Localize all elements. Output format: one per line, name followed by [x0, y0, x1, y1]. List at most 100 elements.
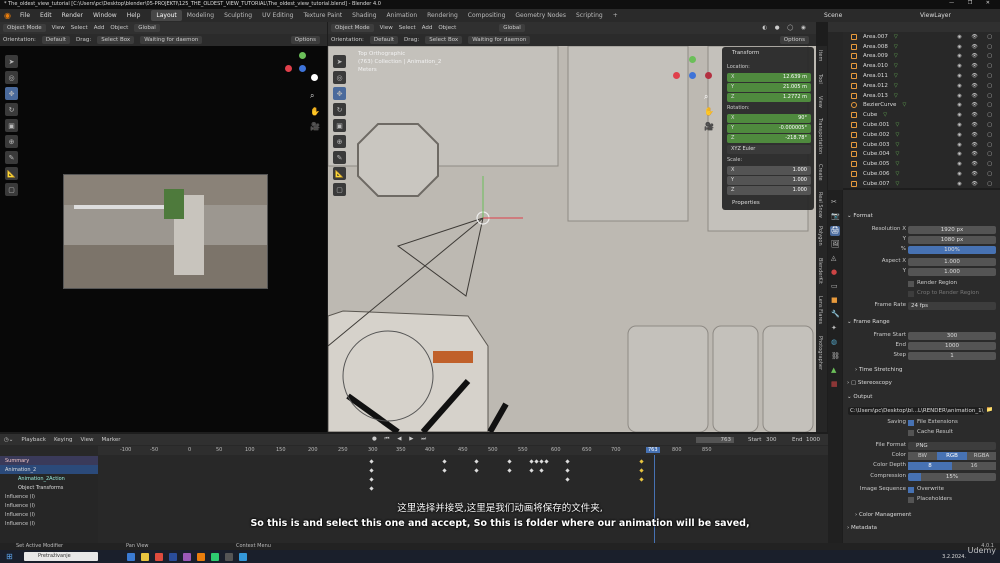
tab-layout[interactable]: Layout	[151, 10, 182, 21]
sidebar-tab-blenderkit[interactable]: BlenderKit	[817, 258, 823, 284]
rotate-tool-icon[interactable]: ↻	[5, 103, 18, 116]
right-zoom-icon[interactable]: ⌕	[704, 92, 708, 102]
outliner-row[interactable]: Area.007 ▽ ◉ 👁 ▢	[843, 32, 1000, 42]
zoom-icon[interactable]: ⌕	[310, 91, 314, 101]
keyframe[interactable]	[529, 459, 534, 464]
keyframe[interactable]	[539, 468, 544, 473]
outliner-row[interactable]: Area.010 ▽ ◉ 👁 ▢	[843, 61, 1000, 71]
scene-selector[interactable]: Scene	[824, 12, 842, 19]
right-daemon-status[interactable]: Waiting for daemon	[468, 36, 531, 44]
timeline-editor-type-icon[interactable]: ◷⌄	[4, 437, 13, 443]
scale-y-field[interactable]: Y 1.000	[727, 176, 811, 185]
scene-tab-icon[interactable]: ◬	[831, 254, 836, 262]
left-mode-select[interactable]: Object Mode	[3, 24, 46, 32]
collection-tab-icon[interactable]: ▭	[831, 282, 838, 290]
resolution-y-field[interactable]: 1080 px	[908, 236, 996, 244]
object-tab-icon[interactable]: ■	[831, 296, 838, 304]
tab-compositing[interactable]: Compositing	[463, 10, 511, 21]
right-drag-select[interactable]: Select Box	[425, 36, 463, 44]
right-options-button[interactable]: Options	[779, 36, 809, 44]
file-format-select[interactable]: PNG	[908, 442, 996, 450]
measure-tool-icon[interactable]: 📐	[333, 167, 346, 180]
scale-x-field[interactable]: X 1.000	[727, 166, 811, 175]
visibility-icons[interactable]: ◉ 👁 ▢	[957, 53, 996, 59]
outliner-row[interactable]: Area.009 ▽ ◉ 👁 ▢	[843, 52, 1000, 62]
scale-tool-icon[interactable]: ▣	[333, 119, 346, 132]
right-mode-select[interactable]: Object Mode	[331, 24, 374, 32]
tab-shading[interactable]: Shading	[347, 10, 381, 21]
left-menu-view[interactable]: View	[52, 25, 65, 31]
transform-tool-icon[interactable]: ⊕	[5, 135, 18, 148]
left-options-button[interactable]: Options	[290, 36, 320, 44]
move-tool-icon[interactable]: ✥	[5, 87, 18, 100]
cache-result-checkbox[interactable]	[908, 430, 914, 436]
tab-scripting[interactable]: Scripting	[571, 10, 608, 21]
frame-end-field[interactable]: 1000	[908, 342, 996, 350]
rotation-mode-select[interactable]: XYZ Euler	[727, 145, 811, 154]
timeline-menu-keying[interactable]: Keying	[54, 437, 72, 443]
sidebar-tab-transportation[interactable]: Transportation	[817, 118, 823, 154]
outliner-row[interactable]: Cube.003 ▽ ◉ 👁 ▢	[843, 140, 1000, 150]
add-cube-tool-icon[interactable]: ▢	[333, 183, 346, 196]
pan-hand-icon[interactable]: ✋	[310, 107, 320, 116]
keyframe[interactable]	[474, 468, 479, 473]
timeline-ruler[interactable]: -100 -50 0 50 100 150 200 250 300 350 40…	[98, 446, 828, 455]
color-bw-button[interactable]: BW	[908, 452, 937, 460]
tab-sculpting[interactable]: Sculpting	[219, 10, 257, 21]
visibility-icons[interactable]: ◉ 👁 ▢	[957, 73, 996, 79]
frame-step-field[interactable]: 1	[908, 352, 996, 360]
right-menu-select[interactable]: Select	[399, 25, 416, 31]
timeline-menu-playback[interactable]: Playback	[21, 437, 46, 443]
tool-tab-icon[interactable]: ✂	[831, 198, 837, 206]
left-global-select[interactable]: Global	[134, 24, 160, 32]
visibility-icons[interactable]: ◉ 👁 ▢	[957, 132, 996, 138]
playhead-frame-label[interactable]: 763	[646, 447, 660, 453]
channel-object[interactable]: Animation_2	[0, 465, 98, 474]
outliner-row[interactable]: BezierCurve ▽ ◉ 👁 ▢	[843, 101, 1000, 111]
location-y-field[interactable]: Y 21.005 m	[727, 83, 811, 92]
left-menu-add[interactable]: Add	[94, 25, 105, 31]
frame-range-header[interactable]: ⌄ Frame Range	[847, 319, 890, 325]
visibility-icons[interactable]: ◉ 👁 ▢	[957, 171, 996, 177]
visibility-icons[interactable]: ◉ 👁 ▢	[957, 122, 996, 128]
rotation-z-field[interactable]: Z -218.78°	[727, 134, 811, 143]
world-tab-icon[interactable]: ●	[831, 268, 837, 276]
taskbar-clock[interactable]: 3.2.2024.	[942, 554, 966, 560]
visibility-icons[interactable]: ◉ 👁 ▢	[957, 83, 996, 89]
keyframe[interactable]	[565, 477, 570, 482]
right-global-select[interactable]: Global	[499, 24, 525, 32]
annotate-tool-icon[interactable]: ✎	[333, 151, 346, 164]
visibility-icons[interactable]: ◉ 👁 ▢	[957, 161, 996, 167]
outliner-row[interactable]: Cube.002 ▽ ◉ 👁 ▢	[843, 130, 1000, 140]
aspect-y-field[interactable]: 1.000	[908, 268, 996, 276]
measure-tool-icon[interactable]: 📐	[5, 167, 18, 180]
constraints-tab-icon[interactable]: ⛓	[831, 352, 840, 360]
menu-help[interactable]: Help	[127, 12, 141, 19]
outliner-row[interactable]: Area.013 ▽ ◉ 👁 ▢	[843, 91, 1000, 101]
annotate-tool-icon[interactable]: ✎	[5, 151, 18, 164]
transform-tool-icon[interactable]: ⊕	[333, 135, 346, 148]
sidebar-tab-lens-flares[interactable]: Lens Flares	[817, 296, 823, 324]
visibility-icons[interactable]: ◉ 👁 ▢	[957, 142, 996, 148]
resolution-percent-field[interactable]: 100%	[908, 246, 996, 254]
frame-rate-select[interactable]: 24 fps	[908, 302, 996, 310]
start-frame-field[interactable]: 300	[766, 437, 777, 443]
sidebar-tab-view[interactable]: View	[817, 96, 823, 108]
current-frame-field[interactable]: 763	[696, 436, 734, 443]
right-camera-icon[interactable]: 🎥	[704, 122, 714, 131]
keyframe[interactable]	[639, 477, 644, 482]
right-menu-add[interactable]: Add	[422, 25, 433, 31]
sidebar-tab-real-snow[interactable]: Real Snow	[817, 192, 823, 218]
visibility-icons[interactable]: ◉ 👁 ▢	[957, 102, 996, 108]
playback-controls[interactable]: ● ⏮ ◀ ▶ ⏭	[372, 436, 429, 443]
keyframe[interactable]	[369, 459, 374, 464]
outliner-row[interactable]: Cube.005 ▽ ◉ 👁 ▢	[843, 159, 1000, 169]
depth-8-button[interactable]: 8	[908, 462, 952, 470]
view-layer-tab-icon[interactable]: 🖼	[831, 240, 840, 248]
keyframe[interactable]	[474, 459, 479, 464]
keyframe[interactable]	[534, 459, 539, 464]
output-panel-header[interactable]: ⌄ Output	[847, 394, 872, 400]
particles-tab-icon[interactable]: ✦	[831, 324, 837, 332]
location-x-field[interactable]: X 12.639 m	[727, 73, 811, 82]
resolution-x-field[interactable]: 1920 px	[908, 226, 996, 234]
